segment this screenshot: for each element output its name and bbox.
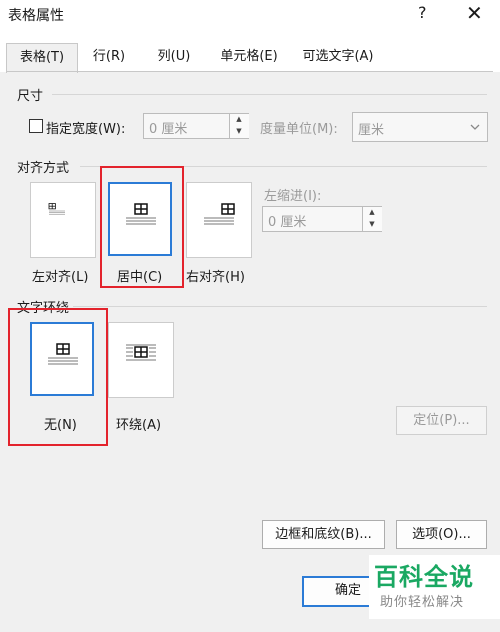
table-align-left-icon bbox=[48, 203, 65, 215]
align-left-button[interactable] bbox=[30, 182, 96, 258]
size-heading: 尺寸 bbox=[17, 89, 44, 104]
tab-alt-text[interactable]: 可选文字(A) bbox=[292, 43, 384, 71]
align-left-label: 左对齐(L) bbox=[32, 270, 89, 285]
table-align-right-icon bbox=[204, 203, 235, 225]
spin-down-icon[interactable]: ▼ bbox=[363, 219, 381, 230]
help-button[interactable]: ? bbox=[418, 3, 427, 22]
alignment-heading: 对齐方式 bbox=[17, 161, 70, 176]
close-button[interactable]: ✕ bbox=[466, 1, 483, 25]
indent-spin-buttons: ▲ ▼ bbox=[362, 207, 382, 231]
measure-unit-select[interactable]: 厘米 bbox=[352, 112, 488, 142]
wrapping-divider bbox=[17, 306, 487, 307]
spin-up-icon[interactable]: ▲ bbox=[363, 207, 381, 218]
borders-shading-button[interactable]: 边框和底纹(B)... bbox=[262, 520, 385, 549]
wrap-around-button[interactable] bbox=[108, 322, 174, 398]
wrap-around-label: 环绕(A) bbox=[116, 418, 162, 433]
watermark-subtitle: 助你轻松解决 bbox=[380, 595, 465, 610]
highlight-box bbox=[100, 166, 184, 288]
tab-column[interactable]: 列(U) bbox=[143, 43, 205, 71]
width-value: 0 厘米 bbox=[149, 122, 188, 137]
tab-cell[interactable]: 单元格(E) bbox=[208, 43, 290, 71]
align-right-button[interactable] bbox=[186, 182, 252, 258]
width-spin-buttons: ▲ ▼ bbox=[229, 114, 249, 138]
chevron-down-icon bbox=[470, 124, 480, 130]
width-stepper[interactable]: 0 厘米 ▲ ▼ bbox=[143, 113, 249, 139]
spin-up-icon[interactable]: ▲ bbox=[230, 114, 248, 125]
measure-unit-value: 厘米 bbox=[358, 123, 385, 138]
options-button[interactable]: 选项(O)... bbox=[396, 520, 487, 549]
wrap-around-icon bbox=[126, 344, 156, 361]
specify-width-label: 指定宽度(W): bbox=[46, 122, 126, 137]
tab-row[interactable]: 行(R) bbox=[78, 43, 140, 71]
tab-table[interactable]: 表格(T) bbox=[6, 43, 78, 73]
specify-width-checkbox[interactable] bbox=[29, 119, 43, 133]
indent-label: 左缩进(I): bbox=[264, 189, 322, 204]
window-title: 表格属性 bbox=[8, 8, 64, 24]
size-divider bbox=[52, 94, 487, 95]
measure-unit-label: 度量单位(M): bbox=[260, 122, 338, 137]
position-button[interactable]: 定位(P)... bbox=[396, 406, 487, 435]
highlight-box bbox=[8, 308, 108, 446]
indent-stepper[interactable]: 0 厘米 ▲ ▼ bbox=[262, 206, 382, 232]
align-right-label: 右对齐(H) bbox=[186, 270, 245, 285]
indent-value: 0 厘米 bbox=[268, 215, 307, 230]
spin-down-icon[interactable]: ▼ bbox=[230, 126, 248, 137]
watermark-logo: 百科全说 bbox=[374, 563, 474, 591]
